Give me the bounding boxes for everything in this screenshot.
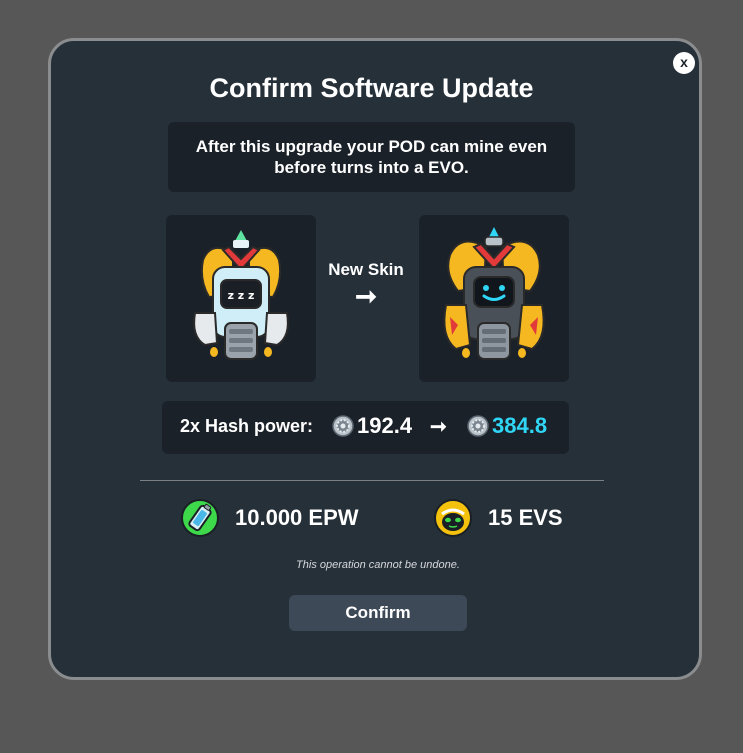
evs-alien-icon [434, 499, 472, 537]
svg-text:z z z: z z z [228, 289, 255, 302]
evo-robot-dark-icon [443, 227, 545, 360]
hash-power-new-value: 384.8 [492, 413, 548, 438]
gear-coin-icon [467, 415, 489, 437]
hash-power-current-value: 192.4 [357, 413, 413, 438]
pod-robot-white-icon: z z z [193, 230, 289, 360]
new-skin-label: New Skin [328, 260, 404, 279]
current-skin-card: z z z [166, 215, 316, 382]
divider [140, 480, 604, 481]
confirm-button[interactable]: Confirm [289, 595, 467, 631]
warning-note: This operation cannot be undone. [296, 559, 460, 571]
new-skin-card [419, 215, 569, 382]
info-box: After this upgrade your POD can mine eve… [168, 122, 575, 192]
dialog-title: Confirm Software Update [209, 73, 534, 103]
info-text: After this upgrade your POD can mine eve… [195, 137, 548, 177]
cost-epw: 10.000 EPW [180, 498, 359, 538]
gear-coin-icon [332, 415, 354, 437]
skin-arrow-icon: ➞ [355, 281, 377, 311]
hash-power-box: 2x Hash power: 192.4 ➞ 384.8 [162, 401, 569, 454]
epw-battery-icon [181, 499, 219, 537]
cost-evs-amount: 15 EVS [488, 505, 563, 530]
hash-arrow-icon: ➞ [430, 416, 447, 438]
cost-epw-amount: 10.000 EPW [235, 505, 359, 530]
hash-power-new: 384.8 [467, 413, 547, 439]
cost-evs: 15 EVS [433, 498, 563, 538]
hash-power-current: 192.4 [332, 413, 412, 439]
hash-power-label: 2x Hash power: [180, 416, 314, 436]
close-button[interactable]: x [673, 52, 695, 74]
